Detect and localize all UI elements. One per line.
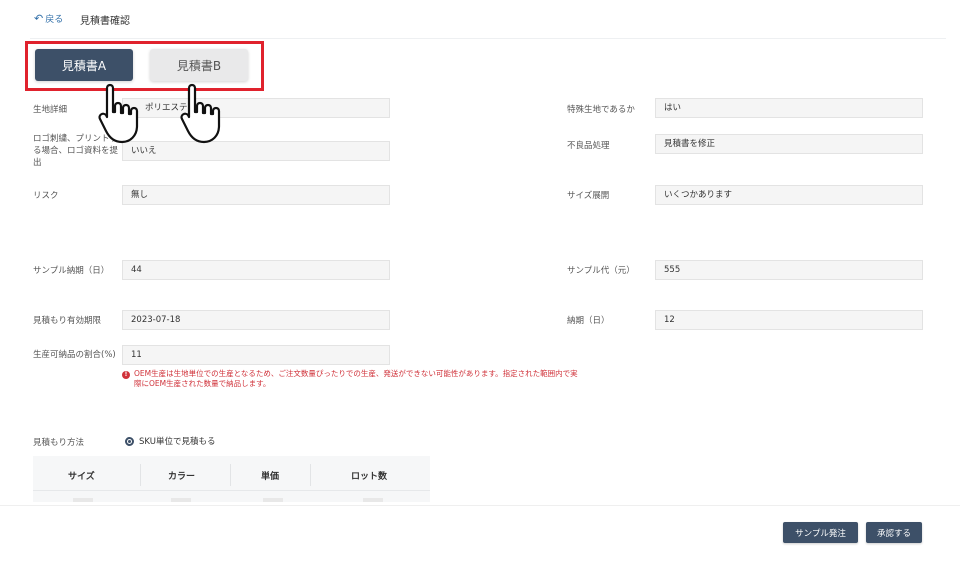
back-link[interactable]: ↶ 戻る [34, 12, 63, 25]
table-row-fade [363, 498, 383, 502]
lead-time-label: 納期（日） [567, 316, 610, 326]
page-title: 見積書確認 [80, 16, 130, 27]
sku-estimate-radio[interactable]: SKU単位で見積もる [125, 435, 215, 447]
logo-document-field[interactable]: いいえ [122, 141, 390, 161]
top-bar: ↶ 戻る 見積書確認 [0, 0, 960, 38]
table-row-fade [263, 498, 283, 502]
risk-label: リスク [33, 191, 59, 201]
sample-cost-label: サンプル代（元） [567, 266, 635, 276]
sample-lead-time-field[interactable]: 44 [122, 260, 390, 280]
sku-table: サイズ カラー 単価 ロット数 [33, 456, 430, 502]
undo-arrow-icon: ↶ [34, 12, 44, 25]
sample-order-button[interactable]: サンプル発注 [783, 522, 858, 543]
risk-field[interactable]: 無し [122, 185, 390, 205]
fabric-detail-field[interactable]: ポリエステル [122, 98, 390, 118]
footer-divider [0, 505, 960, 506]
table-row-fade [171, 498, 191, 502]
delivery-ratio-field[interactable]: 11 [122, 345, 390, 365]
tab-estimate-a[interactable]: 見積書A [35, 49, 133, 81]
defect-handling-label: 不良品処理 [567, 141, 610, 151]
table-header-lot-count: ロット数 [351, 472, 388, 482]
approve-button[interactable]: 承認する [866, 522, 922, 543]
delivery-ratio-label: 生産可納品の割合(%) [33, 350, 116, 360]
size-range-label: サイズ展開 [567, 191, 610, 201]
quote-expiry-label: 見積もり有効期限 [33, 316, 102, 326]
pointing-hand-icon [97, 82, 147, 144]
table-header-size: サイズ [68, 472, 95, 482]
table-header-divider [33, 490, 430, 491]
table-header-unit-price: 単価 [261, 472, 280, 482]
quote-expiry-field[interactable]: 2023-07-18 [122, 310, 390, 330]
fabric-detail-label: 生地詳細 [33, 105, 68, 115]
estimate-method-label: 見積もり方法 [33, 438, 85, 448]
sample-lead-time-label: サンプル納期（日） [33, 266, 110, 276]
pointing-hand-icon [175, 82, 225, 144]
oem-warning: ! OEM生産は生地単位での生産となるため、ご注文数量ぴったりでの生産、発送がで… [122, 369, 582, 389]
back-label: 戻る [45, 15, 64, 25]
tab-estimate-b[interactable]: 見積書B [150, 49, 248, 81]
sku-estimate-option: SKU単位で見積もる [139, 437, 216, 447]
column-divider [310, 464, 311, 486]
exclamation-circle-icon: ! [122, 371, 130, 379]
table-row-fade [73, 498, 93, 502]
table-header-color: カラー [168, 472, 196, 482]
lead-time-field[interactable]: 12 [655, 310, 923, 330]
header-divider [30, 38, 946, 39]
radio-selected-icon [125, 436, 134, 446]
column-divider [140, 464, 141, 486]
special-fabric-label: 特殊生地であるか [567, 105, 635, 115]
size-range-field[interactable]: いくつかあります [655, 185, 923, 205]
column-divider [230, 464, 231, 486]
oem-warning-text: OEM生産は生地単位での生産となるため、ご注文数量ぴったりでの生産、発送ができな… [134, 369, 578, 388]
sample-cost-field[interactable]: 555 [655, 260, 923, 280]
defect-handling-field[interactable]: 見積書を修正 [655, 134, 923, 154]
special-fabric-field[interactable]: はい [655, 98, 923, 118]
